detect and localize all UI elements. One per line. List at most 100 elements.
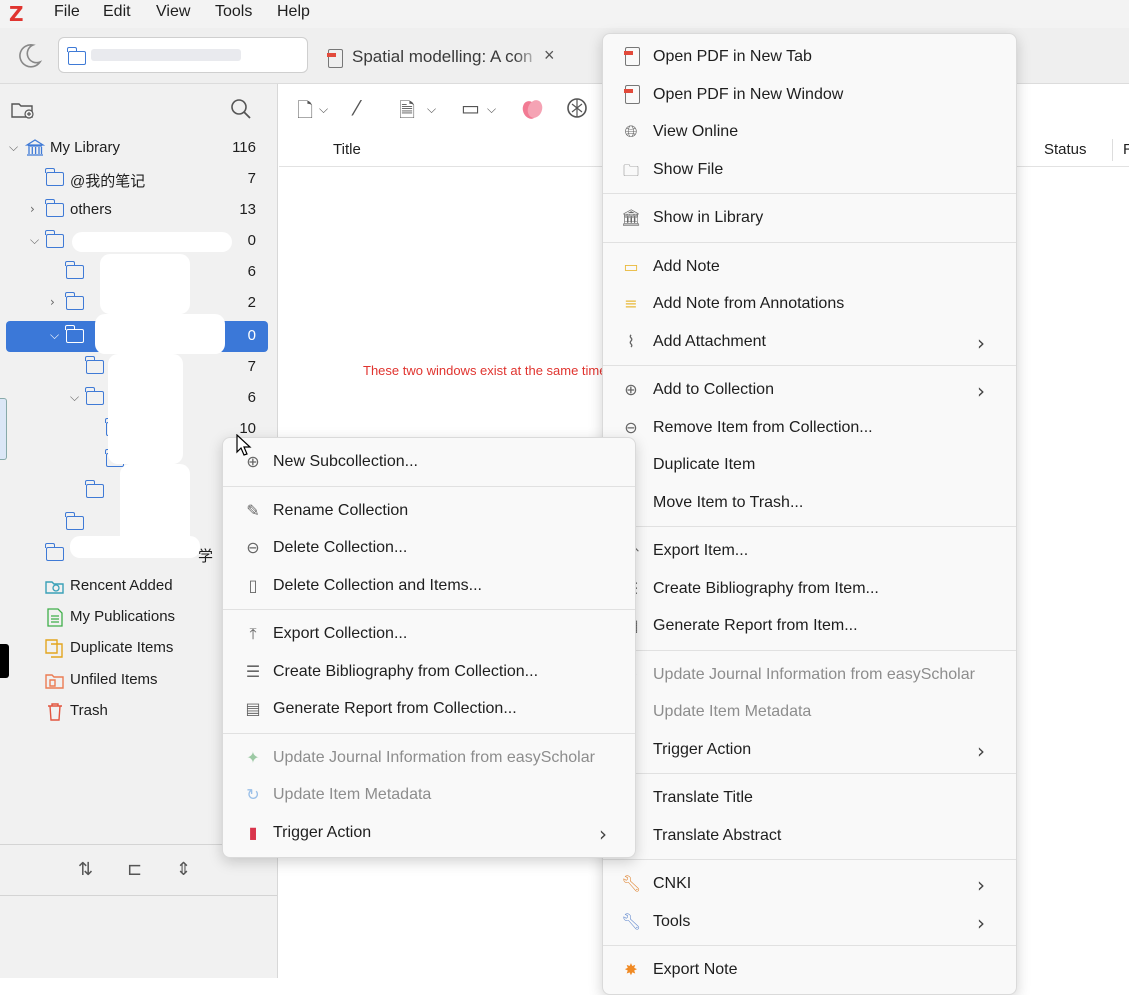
column-title[interactable]: Title [333,141,361,158]
menu-label: Add Attachment [653,333,766,350]
menu-item-cnki[interactable]: 🔧︎ CNKI › [603,867,1016,901]
menu-item-new-subcollection[interactable]: ⊕ New Subcollection... [223,445,635,479]
tree-row[interactable]: › others 13 [0,195,278,225]
menu-tools[interactable]: Tools [215,3,252,21]
menu-item-move-to-trash[interactable]: ▯ Move Item to Trash... [603,486,1016,520]
chevron-down-icon[interactable]: ⌵ [50,328,59,343]
menu-item-generate-report[interactable]: ▤ Generate Report from Item... [603,609,1016,643]
menu-item-add-attachment[interactable]: ⌇ Add Attachment › [603,325,1016,359]
tree-label: Unfiled Items [70,671,158,688]
side-handle[interactable] [0,398,7,460]
menu-item-update-metadata[interactable]: ↻ Update Item Metadata [223,778,635,812]
menu-item-tools[interactable]: 🔧︎ Tools › [603,905,1016,939]
tree-count: 6 [247,263,256,280]
new-note-icon[interactable]: ▭ [461,96,480,120]
menu-item-add-to-collection[interactable]: ⊕ Add to Collection › [603,373,1016,407]
expand-collapse-icon[interactable]: ⇕ [176,859,191,880]
menu-item-translate-title[interactable]: • Translate Title [603,781,1016,815]
menu-item-trigger-action[interactable]: ▮ Trigger Action › [223,816,635,850]
menu-item-add-note-from-annotations[interactable]: ≡ Add Note from Annotations [603,287,1016,321]
menu-item-remove-from-collection[interactable]: ⊖ Remove Item from Collection... [603,411,1016,445]
duplicate-icon [45,639,63,658]
chevron-down-icon[interactable]: ⌵ [427,102,436,117]
search-icon[interactable] [229,97,253,121]
chevron-right-icon[interactable]: › [50,295,55,309]
new-collection-icon[interactable] [10,98,36,120]
close-tab-icon[interactable]: × [544,45,555,66]
refresh-icon: ↻ [246,785,260,804]
menu-item-open-pdf-new-window[interactable]: Open PDF in New Window [603,78,1016,112]
menu-label: Rename Collection [273,502,409,519]
subcollections-icon[interactable]: ⊏ [127,859,142,880]
folder-icon [65,261,84,279]
chevron-down-icon[interactable]: ⌵ [319,102,328,117]
column-divider[interactable] [1112,139,1113,161]
new-item-icon[interactable]: 🗋 [297,96,313,130]
menu-item-generate-report[interactable]: ▤ Generate Report from Collection... [223,692,635,726]
menu-item-add-note[interactable]: ▭ Add Note [603,250,1016,284]
tree-label: 学 [198,548,214,565]
menu-label: Export Collection... [273,625,408,642]
menu-item-update-journal-info[interactable]: ✦ Update Journal Information from easySc… [603,658,1016,692]
add-attachment-icon[interactable]: 🗎 [399,96,415,130]
bookmark-icon: ▮ [248,823,258,842]
side-tab[interactable] [0,644,9,678]
menu-label: Add Note [653,258,720,275]
column-status[interactable]: Status [1044,141,1087,158]
moon-icon[interactable] [14,41,44,71]
unfiled-icon [45,674,64,689]
menu-item-update-journal-info[interactable]: ✦ Update Journal Information from easySc… [223,741,635,775]
folder-icon [65,512,84,530]
tree-count: 116 [232,139,256,156]
chevron-down-icon[interactable]: ⌵ [9,140,18,155]
menu-item-duplicate[interactable]: ↗ Duplicate Item [603,448,1016,482]
chevron-down-icon[interactable]: ⌵ [70,390,79,405]
delete-collection-icon: ⊖ [246,538,260,557]
menu-label: Show in Library [653,209,764,226]
chevron-right-icon[interactable]: › [30,202,35,216]
menu-item-export-item[interactable]: ⤴ Export Item... [603,534,1016,568]
menu-item-show-in-library[interactable]: 🏛 Show in Library [603,201,1016,235]
tree-row-my-library[interactable]: ⌵ My Library 116 [0,133,278,163]
gpt-icon[interactable] [565,96,589,120]
menu-item-show-file[interactable]: 🗀 Show File [603,153,1016,187]
menu-item-trigger-action[interactable]: ▮ Trigger Action › [603,733,1016,767]
column-cut[interactable]: R [1123,141,1129,158]
menu-item-open-pdf-new-tab[interactable]: Open PDF in New Tab [603,40,1016,74]
menu-item-translate-abstract[interactable]: • Translate Abstract [603,819,1016,853]
menu-separator [603,242,1016,243]
menu-separator [603,859,1016,860]
export-icon: ⤒ [249,624,257,643]
pdf-icon [327,49,343,68]
menu-label: Create Bibliography from Collection... [273,663,539,680]
menu-item-rename-collection[interactable]: ✎ Rename Collection [223,494,635,528]
menu-item-create-bibliography[interactable]: ☰ Create Bibliography from Item... [603,572,1016,606]
menu-file[interactable]: File [54,3,80,21]
tab-library[interactable] [58,37,308,73]
tab-title: Spatial modelling: A con [352,47,533,66]
menu-item-delete-collection[interactable]: ⊖ Delete Collection... [223,531,635,565]
menu-item-export-collection[interactable]: ⤒ Export Collection... [223,617,635,651]
magic-wand-icon[interactable]: ⁄ [355,96,358,120]
wrench-icon: 🔧︎ [621,912,642,931]
menu-item-export-note[interactable]: ✸ Export Note [603,953,1016,987]
menu-label: Delete Collection... [273,539,408,556]
sort-icon[interactable]: ⇅ [78,859,93,880]
chevron-down-icon[interactable]: ⌵ [30,233,39,248]
menu-label: Generate Report from Collection... [273,700,517,717]
menu-item-view-online[interactable]: 🌐︎ View Online [603,115,1016,149]
chevron-down-icon[interactable]: ⌵ [487,102,496,117]
menu-help[interactable]: Help [277,3,310,21]
menu-view[interactable]: View [156,3,190,21]
menu-edit[interactable]: Edit [103,3,131,21]
submenu-arrow-icon: › [977,379,985,403]
redaction-scribble [95,314,225,354]
plugin-petal-icon[interactable] [519,96,545,122]
menu-item-update-metadata[interactable]: ↻ Update Item Metadata [603,695,1016,729]
bibliography-icon: ☰ [245,662,261,681]
menu-item-create-bibliography[interactable]: ☰ Create Bibliography from Collection... [223,655,635,689]
menu-separator [223,733,635,734]
menu-item-delete-collection-and-items[interactable]: ▯ Delete Collection and Items... [223,569,635,603]
tree-count: 0 [247,232,256,249]
tree-row[interactable]: @我的笔记 7 [0,164,278,194]
